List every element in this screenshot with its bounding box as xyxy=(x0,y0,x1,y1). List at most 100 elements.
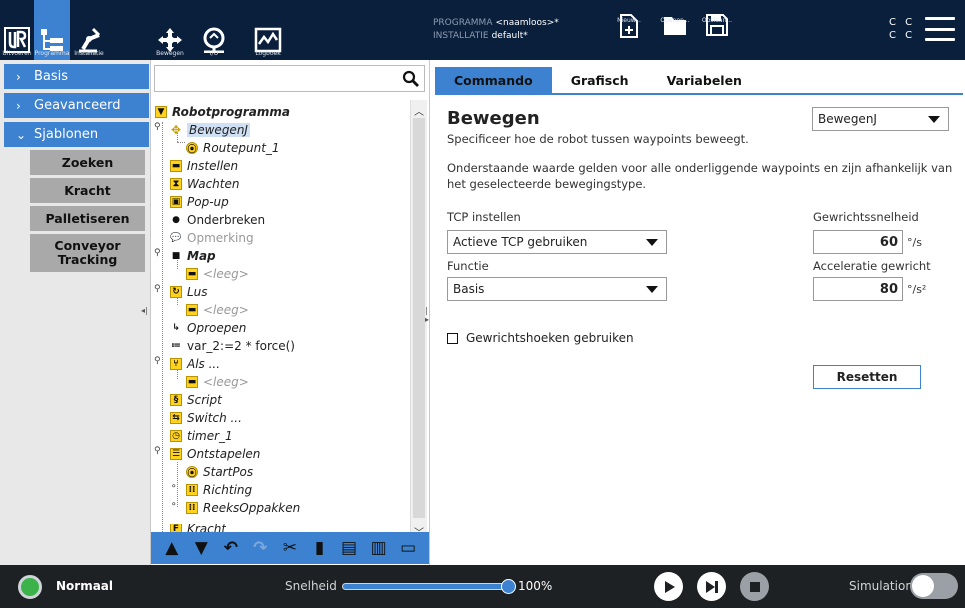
tree-item-label: <leeg> xyxy=(203,375,249,389)
tab-variables[interactable]: Variabelen xyxy=(648,67,761,93)
tab-command[interactable]: Commando xyxy=(435,67,552,93)
tree-item-empty[interactable]: ▬ <leeg> xyxy=(186,373,249,391)
tree-item-label: Onderbreken xyxy=(187,213,266,227)
run-tab[interactable]: Uitvoeren xyxy=(0,0,34,60)
speed-slider[interactable] xyxy=(342,579,516,594)
tree-item-folder[interactable]: ■ Map xyxy=(170,247,216,265)
collapse-left-handle-icon[interactable]: ◂| xyxy=(141,306,148,315)
tree-item-destack[interactable]: ☰ Ontstapelen xyxy=(170,445,260,463)
chevron-up-icon[interactable]: ︿ xyxy=(414,103,424,118)
control-status-line-1: C C xyxy=(889,17,916,28)
reset-button[interactable]: Resetten xyxy=(813,365,921,389)
tree-item-robotprogram[interactable]: ▼ Robotprogramma xyxy=(155,103,290,121)
switch-icon: ⇆ xyxy=(170,412,182,424)
joint-speed-input[interactable]: 60 xyxy=(813,230,903,254)
speed-slider-knob[interactable] xyxy=(501,579,516,594)
nav-advanced-label: Geavanceerd xyxy=(34,98,121,113)
toggle-knob[interactable] xyxy=(912,575,934,597)
tree-item-loop[interactable]: ↻ Lus xyxy=(170,283,208,301)
comment-icon: 💬 xyxy=(170,233,182,243)
tree-item-direction[interactable]: ⁞⁞ Richting xyxy=(186,481,252,499)
joint-angles-checkbox[interactable]: Gewrichtshoeken gebruiken xyxy=(447,331,634,345)
tree-item-call[interactable]: ↳ Oproepen xyxy=(170,319,246,337)
template-search[interactable]: Zoeken xyxy=(30,150,145,175)
template-palletizing[interactable]: Palletiseren xyxy=(30,206,145,231)
program-tree: ▼ Robotprogramma ⚲ ✥ BewegenJ ⦿ Routepunt_1… xyxy=(151,100,409,540)
copy-icon[interactable]: ▮ xyxy=(308,538,332,558)
suppress-icon[interactable]: ▭ xyxy=(396,538,420,558)
description-detail: Onderstaande waarde gelden voor alle ond… xyxy=(447,161,953,191)
installation-tab[interactable]: Installatie xyxy=(70,0,108,60)
nav-templates[interactable]: ⌄ Sjablonen xyxy=(4,122,149,147)
tree-item-comment[interactable]: 💬 Opmerking xyxy=(170,229,253,247)
simulation-toggle[interactable] xyxy=(910,573,958,599)
step-button[interactable] xyxy=(697,572,726,601)
tree-item-script[interactable]: § Script xyxy=(170,391,222,409)
expand-pin-icon[interactable]: ⚲ xyxy=(154,356,162,366)
loop-icon: ↻ xyxy=(170,286,182,298)
paste-icon[interactable]: ▤ xyxy=(337,538,361,558)
move-tab[interactable]: Bewegen xyxy=(150,0,190,60)
tab-graphics[interactable]: Grafisch xyxy=(552,67,648,93)
tree-item-pick-sequence[interactable]: ⁞⁞ ReeksOppakken xyxy=(186,499,300,517)
tree-item-waypoint[interactable]: ⦿ Routepunt_1 xyxy=(186,139,280,157)
tree-item-wait[interactable]: ⧗ Wachten xyxy=(170,175,239,193)
delete-icon[interactable]: ▥ xyxy=(367,538,391,558)
nav-basis[interactable]: › Basis xyxy=(4,64,149,89)
stop-button[interactable] xyxy=(740,572,769,601)
function-select[interactable]: Basis xyxy=(447,277,667,301)
redo-icon[interactable]: ↷ xyxy=(248,538,272,558)
program-nodes-nav: › Basis › Geavanceerd ⌄ Sjablonen Zoeken Kr… xyxy=(0,60,151,565)
tree-item-switch[interactable]: ⇆ Switch ... xyxy=(170,409,242,427)
expand-pin-icon[interactable]: ⚲ xyxy=(154,446,162,456)
tree-item-halt[interactable]: ● Onderbreken xyxy=(170,211,265,229)
search-icon[interactable] xyxy=(402,70,420,88)
joint-accel-input[interactable]: 80 xyxy=(813,277,903,301)
tree-item-label: Pop-up xyxy=(187,195,229,209)
tree-item-startpos[interactable]: ⦿ StartPos xyxy=(186,463,253,481)
template-force[interactable]: Kracht xyxy=(30,178,145,203)
undo-icon[interactable]: ↶ xyxy=(219,538,243,558)
tcp-select[interactable]: Actieve TCP gebruiken xyxy=(447,230,667,254)
move-tab-label: Bewegen xyxy=(156,50,184,57)
expand-pin-icon[interactable]: ⚲ xyxy=(154,284,162,294)
tree-item-label: StartPos xyxy=(203,465,254,479)
expand-pin-icon[interactable]: ⚲ xyxy=(154,248,162,258)
move-up-icon[interactable]: ▲ xyxy=(160,538,184,558)
tree-item-if[interactable]: ⑂ Als ... xyxy=(170,355,220,373)
tree-search-input[interactable] xyxy=(154,65,425,92)
tree-item-set[interactable]: ▬ Instellen xyxy=(170,157,238,175)
move-down-icon[interactable]: ▼ xyxy=(189,538,213,558)
expand-pin-icon[interactable]: ⚬ xyxy=(170,482,178,492)
scrollbar-thumb[interactable] xyxy=(413,118,425,518)
tree-item-popup[interactable]: ▣ Pop-up xyxy=(170,193,229,211)
tree-item-empty[interactable]: ▬ <leeg> xyxy=(186,301,249,319)
tree-item-movej[interactable]: ✥ BewegenJ xyxy=(170,121,250,139)
expand-pin-icon[interactable]: ⚬ xyxy=(170,500,178,510)
collapse-right-handle-icon[interactable]: |▸ xyxy=(425,306,429,324)
tree-item-timer[interactable]: ◷ timer_1 xyxy=(170,427,233,445)
io-tab[interactable]: I/O xyxy=(194,0,234,60)
tree-item-assignment[interactable]: ≔ var_2:=2 * force() xyxy=(170,337,295,355)
play-button[interactable] xyxy=(654,572,683,601)
expand-pin-icon[interactable]: ⚲ xyxy=(154,122,162,132)
save-button-label: Opslaan... xyxy=(701,17,733,24)
save-button[interactable]: Opslaan... xyxy=(692,14,742,60)
tree-item-empty[interactable]: ▬ <leeg> xyxy=(186,265,249,283)
call-icon: ↳ xyxy=(172,323,180,333)
tree-item-label: Wachten xyxy=(187,177,240,191)
hamburger-menu-icon[interactable] xyxy=(925,17,955,41)
tree-item-label: Script xyxy=(187,393,222,407)
joint-speed-label: Gewrichtssnelheid xyxy=(813,210,919,224)
tree-item-label: Oproepen xyxy=(187,321,247,335)
cut-icon[interactable]: ✂ xyxy=(278,538,302,558)
stop-icon xyxy=(749,581,760,592)
nav-advanced[interactable]: › Geavanceerd xyxy=(4,93,149,118)
template-conveyor-tracking[interactable]: Conveyor Tracking xyxy=(30,234,145,272)
program-tab[interactable]: Programma xyxy=(34,0,70,60)
new-button[interactable]: Nieuw... xyxy=(604,14,654,60)
move-type-select[interactable]: BewegenJ xyxy=(812,107,949,131)
robot-status-indicator[interactable] xyxy=(18,575,42,599)
checkbox-box[interactable] xyxy=(447,332,458,344)
log-tab[interactable]: Logboek xyxy=(246,0,290,60)
